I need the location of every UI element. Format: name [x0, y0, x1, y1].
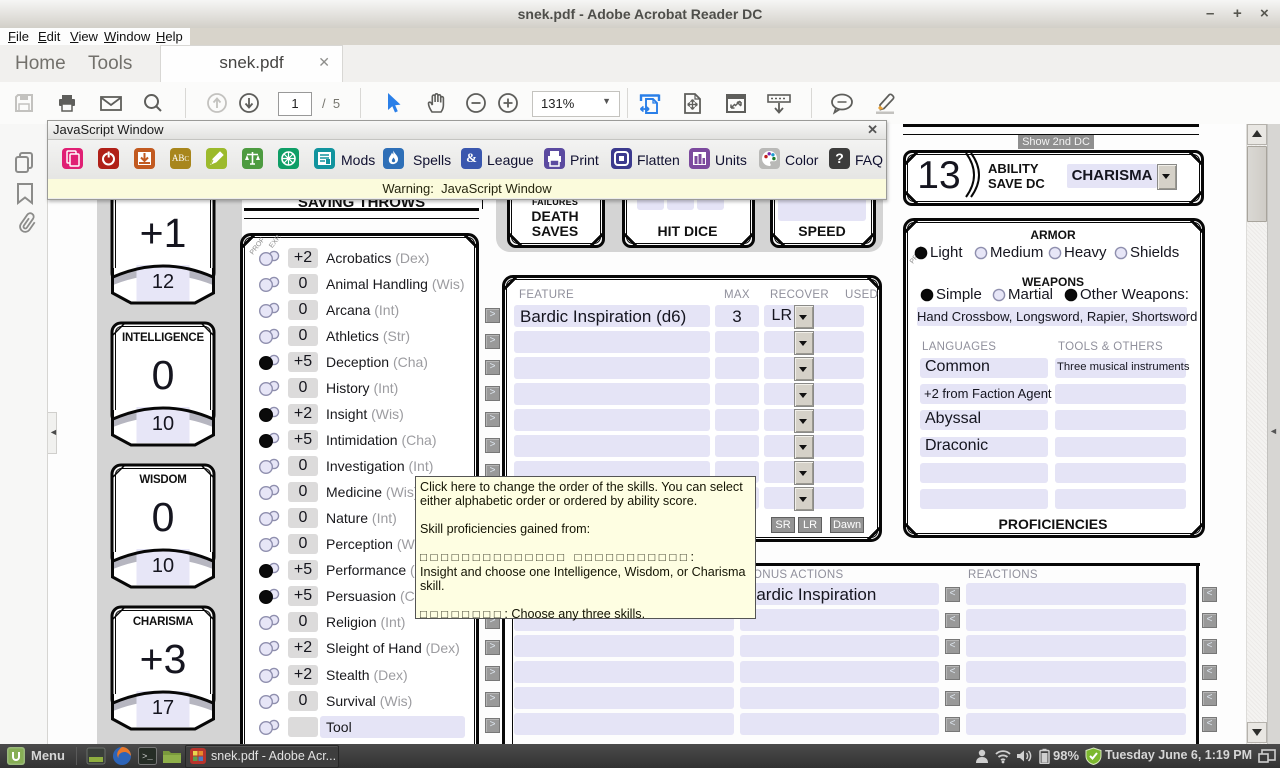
- svg-text:>_: >_: [142, 752, 153, 762]
